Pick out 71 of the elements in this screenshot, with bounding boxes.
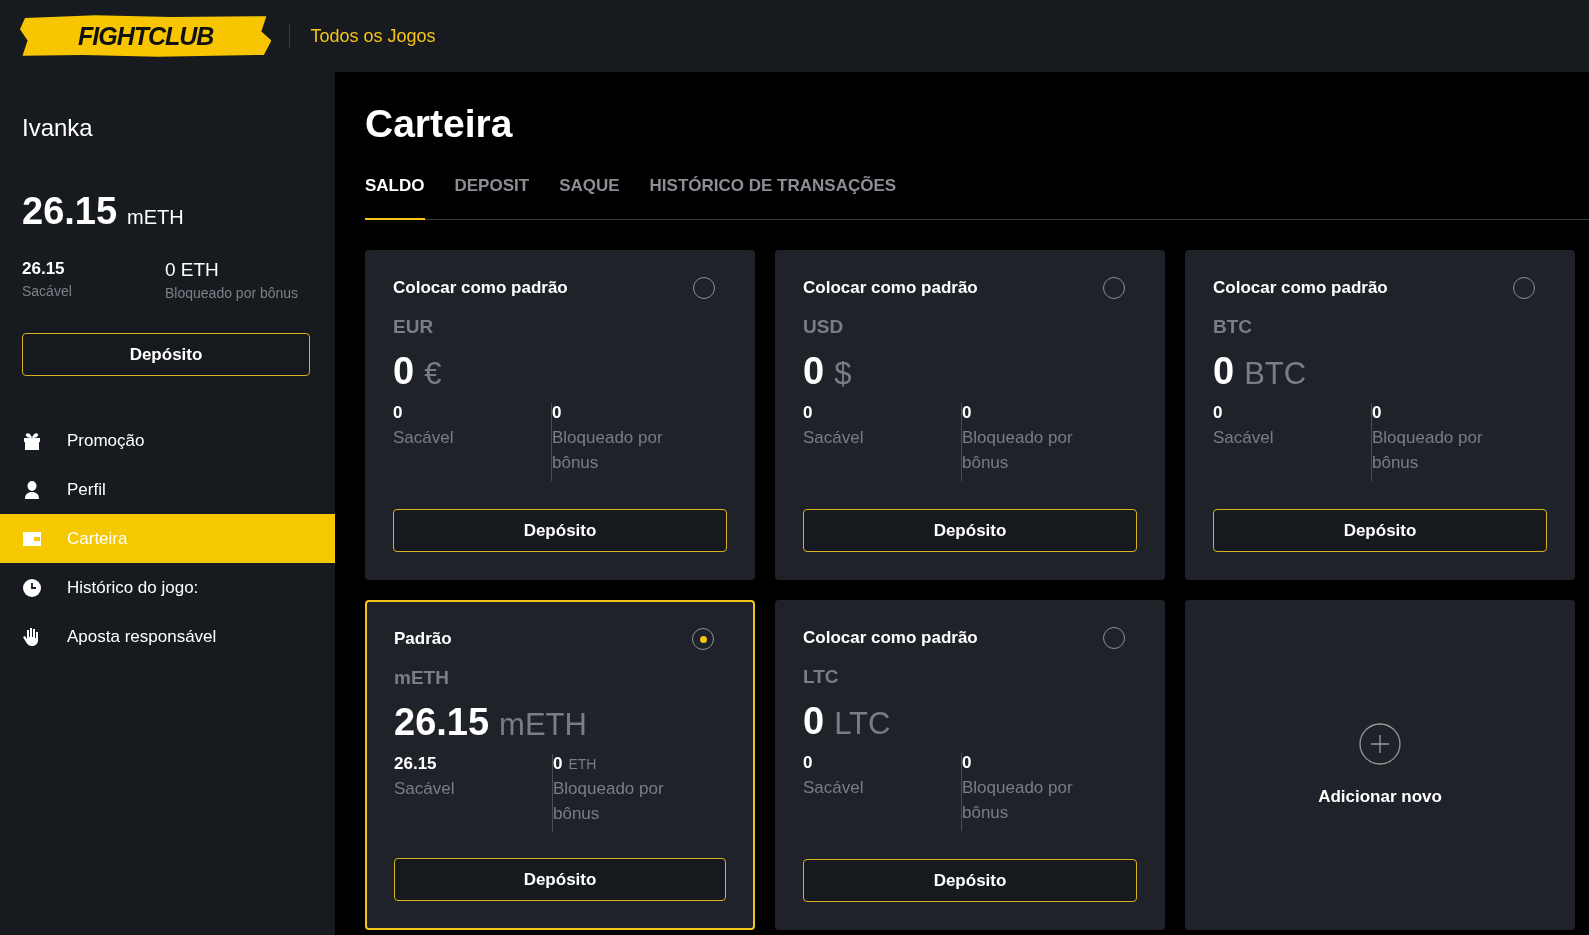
currency-code: EUR [393,316,435,338]
amount-unit: mETH [499,707,587,743]
gift-icon [22,430,42,451]
amount: 26.15 [394,701,490,744]
stat-label: Sacável [22,283,73,299]
amount-unit: LTC [834,706,891,742]
currency-code: BTC [1213,316,1254,338]
stat-label: Sacável [393,427,455,449]
stat-value: 0 ETH [165,259,220,281]
stat-value: 0 [393,403,404,423]
card-title: Colocar como padrão [393,278,568,298]
tab[interactable]: SAQUE [559,176,620,220]
balance-amount: 26.15 [22,190,118,233]
deposit-button[interactable]: Depósito [393,509,727,552]
tab[interactable]: DEPOSIT [454,176,530,220]
amount: 0 [803,700,825,743]
add-label: Adicionar novo [1318,786,1442,807]
deposit-button[interactable]: Depósito [1213,509,1547,552]
stat-value: 0 [962,753,972,773]
stat-label: Bloqueado por bônus [1372,427,1484,474]
stat-value: 0 [803,403,814,423]
all-games-link[interactable]: Todos os Jogos [310,25,436,47]
stat-label: Bloqueado por bônus [553,778,665,825]
deposit-button[interactable]: Depósito [22,333,310,376]
stat-label: Bloqueado por bônus [552,427,664,474]
stat-label: Bloqueado por bônus [962,427,1074,474]
card-title: Colocar como padrão [1213,278,1388,298]
stat-unit: ETH [568,756,597,772]
clock-icon [22,577,42,598]
amount-unit: € [424,356,442,392]
stat-label: Sacável [1213,427,1275,449]
sidebar-item[interactable]: Promoção [0,416,335,465]
amount-unit: BTC [1244,356,1307,392]
tab[interactable]: SALDO [365,176,425,220]
amount: 0 [393,350,415,393]
sidebar-item[interactable]: Histórico do jogo: [0,563,335,612]
person-icon [22,479,42,500]
stat-value: 0 [962,403,972,423]
balance-unit: mETH [127,206,184,229]
stat-label: Sacável [803,777,865,799]
deposit-button[interactable]: Depósito [803,509,1137,552]
username: Ivanka [22,114,94,142]
card-title: Padrão [394,629,452,649]
amount: 0 [1213,350,1235,393]
stat-value: 26.15 [22,259,66,279]
card-title: Colocar como padrão [803,278,978,298]
page-title: Carteira [365,102,514,146]
stat-value: 0 [552,403,562,423]
stat-value: 0 [1213,403,1224,423]
plus-icon [1359,722,1401,765]
amount-unit: $ [834,356,852,392]
add-card[interactable]: Adicionar novo [1185,600,1575,930]
currency-code: LTC [803,666,840,688]
deposit-button[interactable]: Depósito [394,858,726,901]
stat-value: 0 [803,753,814,773]
tab[interactable]: HISTÓRICO DE TRANSAÇÕES [649,176,897,220]
stat-value: 0 [1372,403,1382,423]
stat-value: 26.15 [394,754,438,774]
sidebar-item[interactable]: Perfil [0,465,335,514]
stat-label: Bloqueado por bônus [165,285,299,301]
logo[interactable]: FIGHTCLUB [20,13,272,59]
sidebar-item[interactable]: Aposta responsável [0,612,335,661]
currency-code: mETH [394,667,450,689]
card-title: Colocar como padrão [803,628,978,648]
stat-label: Sacável [394,778,456,800]
stat-label: Bloqueado por bônus [962,777,1074,824]
deposit-button[interactable]: Depósito [803,859,1137,902]
stat-value: 0 [553,754,563,774]
stat-label: Sacável [803,427,865,449]
amount: 0 [803,350,825,393]
currency-code: USD [803,316,845,338]
